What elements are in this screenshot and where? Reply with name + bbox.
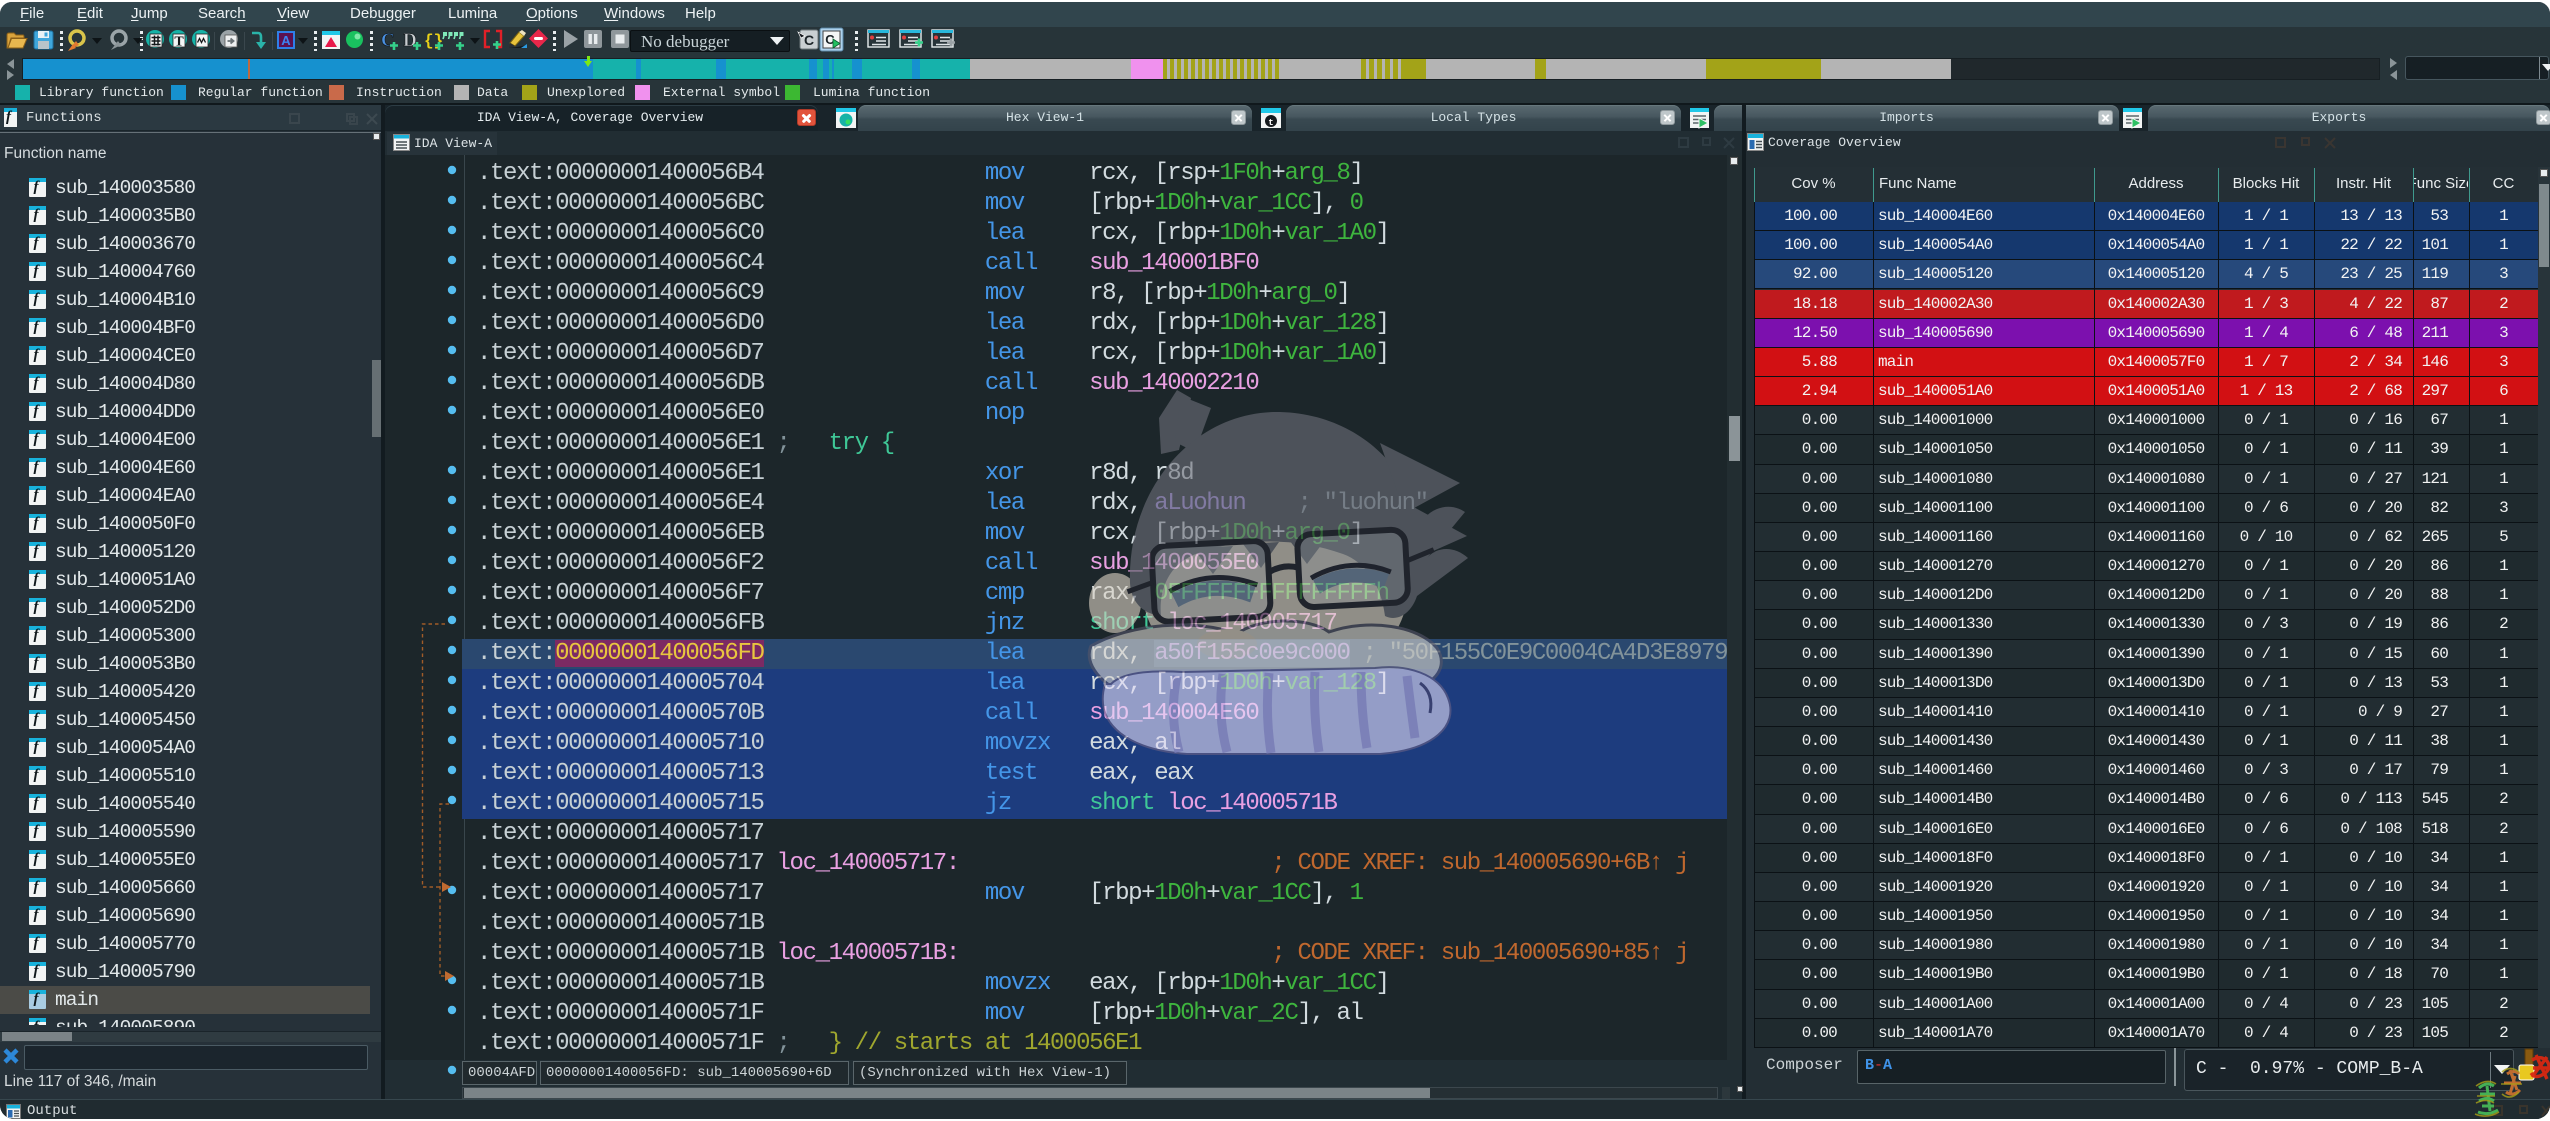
svg-text:A: A [281, 33, 291, 48]
svg-text:C: C [804, 32, 814, 48]
svg-text:D: D [403, 30, 417, 51]
svg-text:T: T [174, 35, 184, 50]
svg-text:{}: {} [424, 32, 443, 50]
svg-text:t: t [1268, 118, 1273, 128]
svg-text:C: C [381, 30, 395, 51]
